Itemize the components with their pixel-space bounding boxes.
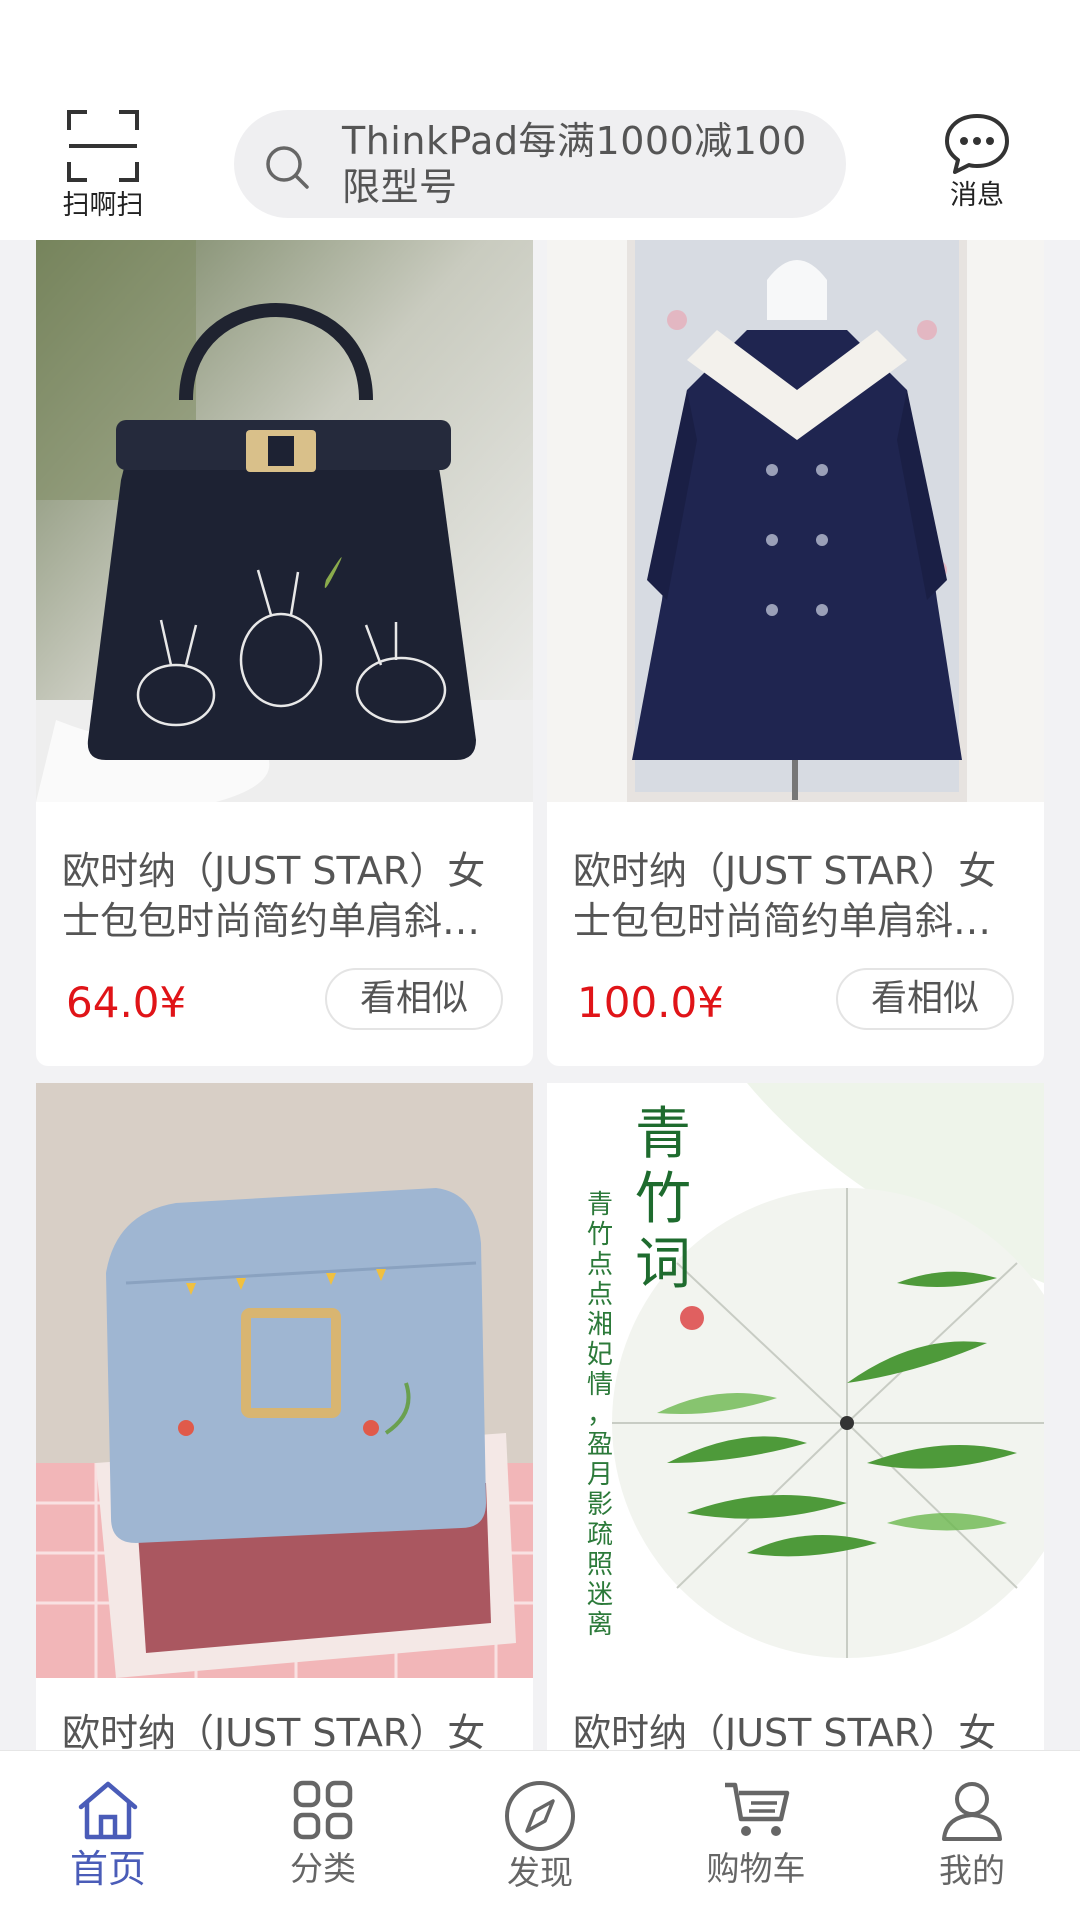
cart-icon [725, 1782, 790, 1836]
tab-label: 我的 [939, 1851, 1005, 1890]
compass-icon [505, 1781, 575, 1851]
svg-text:离: 离 [587, 1610, 613, 1640]
umbrella-title-char-3: 词 [635, 1232, 691, 1297]
scan-icon [67, 110, 139, 182]
product-image-umbrella[interactable]: 青 竹 词 青竹点 点湘妃 情， 盈月影 疏照迷 离 [547, 1083, 1044, 1678]
product-image-coat[interactable] [547, 240, 1044, 802]
svg-text:点: 点 [587, 1250, 613, 1280]
message-label: 消息 [950, 180, 1004, 211]
svg-text:盈: 盈 [587, 1430, 613, 1460]
scan-label: 扫啊扫 [62, 190, 144, 221]
user-icon [942, 1782, 1002, 1841]
scan-button[interactable]: 扫啊扫 [48, 108, 158, 222]
tab-home[interactable]: 首页 [28, 1779, 188, 1889]
search-placeholder-line2: 限型号 [342, 165, 458, 209]
search-placeholder: ThinkPad每满1000减100 限型号 [342, 118, 832, 210]
tab-profile[interactable]: 我的 [892, 1779, 1052, 1891]
product-card[interactable]: 欧时纳（JUST STAR）女 [36, 1083, 533, 1808]
message-button[interactable]: 消息 [932, 112, 1022, 212]
svg-text:影: 影 [587, 1490, 613, 1520]
tab-label: 首页 [69, 1847, 146, 1891]
see-similar-button[interactable]: 看相似 [836, 968, 1014, 1030]
product-meta-row: 64.0¥ 看相似 [36, 946, 533, 1066]
product-price: 64.0¥ [66, 978, 187, 1027]
product-card[interactable]: 欧时纳（JUST STAR）女士包包时尚简约单肩斜挎包 100.0¥ 看相似 [547, 240, 1044, 1066]
svg-text:照: 照 [587, 1550, 613, 1580]
tab-discover[interactable]: 发现 [460, 1779, 620, 1893]
svg-text:疏: 疏 [587, 1520, 613, 1550]
bottom-tab-bar: 首页 分类 发现 购物车 我的 [0, 1750, 1080, 1920]
tab-label: 发现 [507, 1853, 573, 1892]
top-header: 扫啊扫 ThinkPad每满1000减100 限型号 消息 [0, 0, 1080, 240]
search-icon [266, 146, 309, 189]
svg-text:湘: 湘 [587, 1310, 613, 1340]
tab-label: 购物车 [706, 1849, 806, 1888]
product-image-handbag[interactable] [36, 240, 533, 802]
product-meta-row: 100.0¥ 看相似 [547, 946, 1044, 1066]
see-similar-button[interactable]: 看相似 [325, 968, 503, 1030]
svg-text:情: 情 [587, 1370, 613, 1400]
svg-text:青: 青 [587, 1190, 613, 1220]
product-title[interactable]: 欧时纳（JUST STAR）女士包包时尚简约单肩斜挎包 [36, 846, 533, 946]
svg-text:点: 点 [587, 1280, 613, 1310]
search-bar[interactable]: ThinkPad每满1000减100 限型号 [234, 110, 846, 218]
product-title[interactable]: 欧时纳（JUST STAR）女士包包时尚简约单肩斜挎包 [547, 846, 1044, 946]
category-grid-icon [293, 1780, 353, 1840]
search-placeholder-line1: ThinkPad每满1000减100 [342, 119, 807, 163]
svg-text:迷: 迷 [587, 1580, 613, 1610]
umbrella-title-char-1: 青 [635, 1102, 691, 1167]
product-price: 100.0¥ [577, 978, 724, 1027]
tab-cart[interactable]: 购物车 [676, 1779, 836, 1889]
svg-text:月: 月 [587, 1460, 613, 1490]
svg-text:竹: 竹 [587, 1220, 613, 1250]
chat-bubble-icon [945, 114, 1009, 174]
svg-text:，: ， [587, 1400, 613, 1430]
app-screen: 扫啊扫 ThinkPad每满1000减100 限型号 消息 欧时纳（JUST S… [0, 0, 1080, 1920]
umbrella-title-char-2: 竹 [635, 1167, 691, 1232]
home-icon [78, 1781, 138, 1840]
svg-text:妃: 妃 [587, 1340, 613, 1370]
tab-category[interactable]: 分类 [243, 1779, 403, 1889]
tab-label: 分类 [290, 1849, 356, 1888]
product-image-blue-bag[interactable] [36, 1083, 533, 1678]
product-card[interactable]: 青 竹 词 青竹点 点湘妃 情， 盈月影 疏照迷 离 欧时纳（JUST STAR… [547, 1083, 1044, 1808]
product-card[interactable]: 欧时纳（JUST STAR）女士包包时尚简约单肩斜挎包 64.0¥ 看相似 [36, 240, 533, 1066]
